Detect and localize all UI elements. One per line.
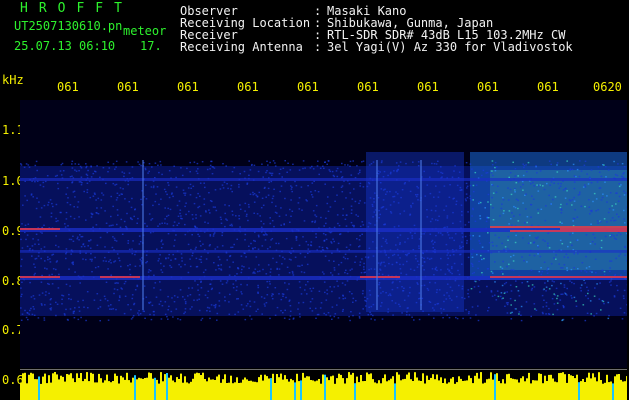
info-colon: : <box>314 40 322 54</box>
time-label: 061 <box>57 80 79 94</box>
app-brand: HROFFT <box>20 1 133 16</box>
file-name: UT2507130610.pn <box>14 19 123 33</box>
info-value-antenna: 3el Yagi(V) Az 330 for Vladivostok <box>327 40 573 54</box>
time-label: 061 <box>177 80 199 94</box>
time-label: 061 <box>297 80 319 94</box>
time-label: 061 <box>537 80 559 94</box>
time-label: 061 <box>117 80 139 94</box>
time-label: 061 <box>477 80 499 94</box>
spectrogram <box>20 100 627 368</box>
time-label: 061 <box>357 80 379 94</box>
meteor-count: 17. <box>140 39 162 53</box>
hrofft-window: HROFFT UT2507130610.pn meteor 25.07.13 0… <box>0 0 629 400</box>
signal-level-bar <box>20 372 627 400</box>
y-axis-unit: kHz <box>2 73 24 87</box>
time-label: 061 <box>237 80 259 94</box>
time-label: 061 <box>417 80 439 94</box>
meteor-label: meteor <box>123 24 167 38</box>
time-label: 0620 <box>593 80 622 94</box>
info-label-antenna: Receiving Antenna <box>180 40 303 54</box>
datetime: 25.07.13 06:10 <box>14 39 116 53</box>
